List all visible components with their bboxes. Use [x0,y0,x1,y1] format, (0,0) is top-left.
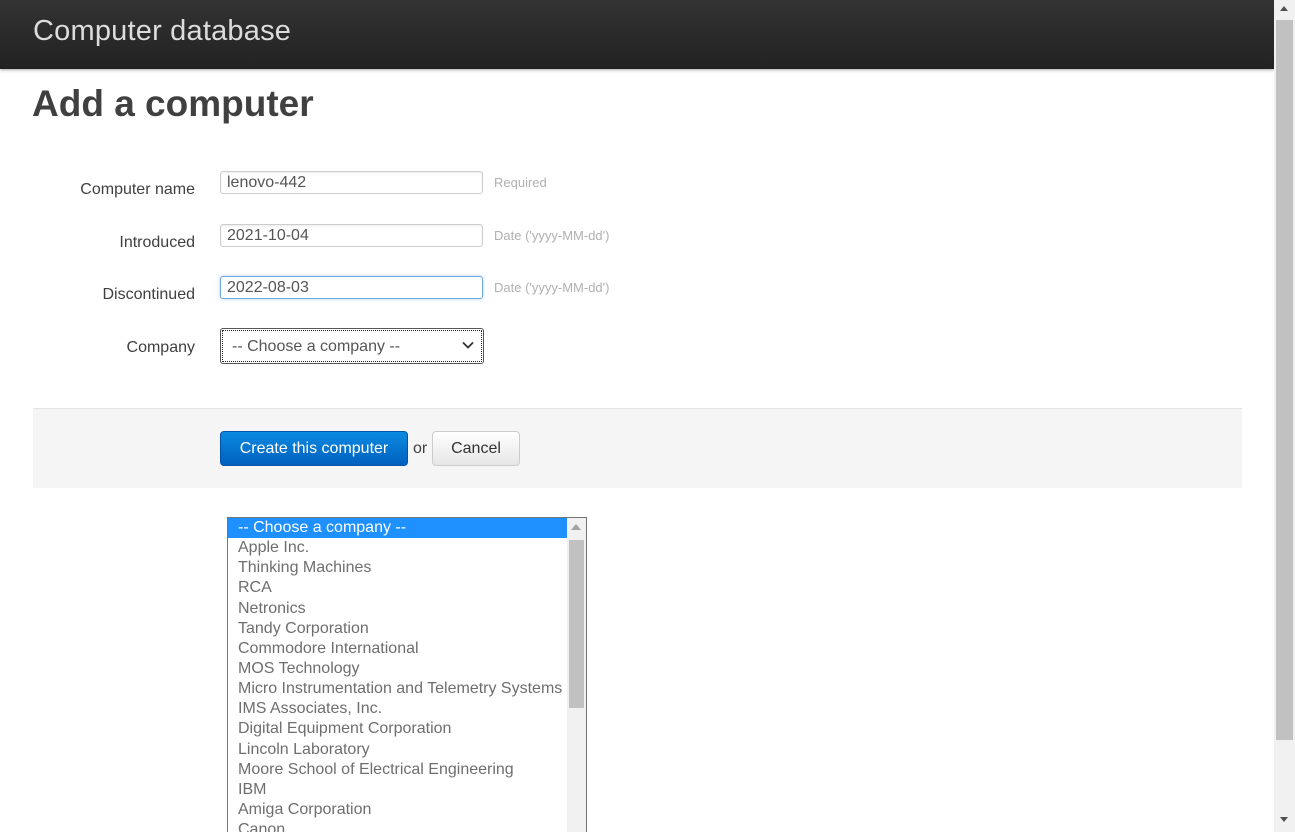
company-option[interactable]: Lincoln Laboratory [228,740,567,760]
brand-link[interactable]: Computer database [33,15,291,48]
topbar: Computer database [0,0,1274,69]
introduced-label: Introduced [119,234,195,251]
computer-name-input[interactable] [220,171,483,194]
company-option[interactable]: RCA [228,578,567,598]
company-option[interactable]: -- Choose a company -- [228,518,567,539]
company-option[interactable]: IMS Associates, Inc. [228,699,567,719]
company-option[interactable]: IBM [228,780,567,800]
company-row: Company -- Choose a company -- [0,328,760,364]
company-option[interactable]: Apple Inc. [228,538,567,558]
company-select-value: -- Choose a company -- [232,338,401,355]
scroll-up-arrow-icon[interactable] [571,524,581,530]
company-option[interactable]: Canon [228,820,567,832]
scroll-up-arrow-icon[interactable] [1280,6,1288,11]
discontinued-help: Date ('yyyy-MM-dd') [494,280,610,295]
form-actions: Create this computer or Cancel [33,408,1242,488]
computer-name-help: Required [494,175,547,190]
create-computer-button[interactable]: Create this computer [220,431,408,466]
introduced-row: Introduced Date ('yyyy-MM-dd') [0,224,760,254]
introduced-help: Date ('yyyy-MM-dd') [494,228,610,243]
dropdown-scrollbar-thumb[interactable] [569,540,584,708]
discontinued-label: Discontinued [102,286,196,303]
company-option[interactable]: Amiga Corporation [228,800,567,820]
company-option[interactable]: Thinking Machines [228,558,567,578]
page-scrollbar-thumb[interactable] [1276,20,1293,740]
introduced-input[interactable] [220,224,483,247]
company-option[interactable]: Digital Equipment Corporation [228,719,567,739]
company-option[interactable]: Micro Instrumentation and Telemetry Syst… [228,679,567,699]
dropdown-scrollbar[interactable] [567,518,586,832]
computer-name-label: Computer name [80,181,195,198]
chevron-down-icon [462,341,474,349]
company-option[interactable]: Commodore International [228,639,567,659]
company-option[interactable]: MOS Technology [228,659,567,679]
page-title: Add a computer [32,83,314,124]
company-dropdown-list[interactable]: -- Choose a company -- Apple Inc. Thinking… [227,517,587,832]
company-label: Company [126,339,195,356]
company-select[interactable]: -- Choose a company -- [220,328,484,364]
cancel-button[interactable]: Cancel [432,431,520,466]
discontinued-row: Discontinued Date ('yyyy-MM-dd') [0,276,760,306]
discontinued-input[interactable] [220,276,483,299]
company-option[interactable]: Tandy Corporation [228,619,567,639]
or-text: or [413,440,428,457]
company-options: -- Choose a company -- Apple Inc. Thinking… [228,518,567,832]
company-option[interactable]: Netronics [228,599,567,619]
computer-name-row: Computer name Required [0,171,760,201]
company-option[interactable]: Moore School of Electrical Engineering [228,760,567,780]
scroll-down-arrow-icon[interactable] [1280,817,1288,822]
page-scrollbar[interactable] [1274,0,1295,832]
